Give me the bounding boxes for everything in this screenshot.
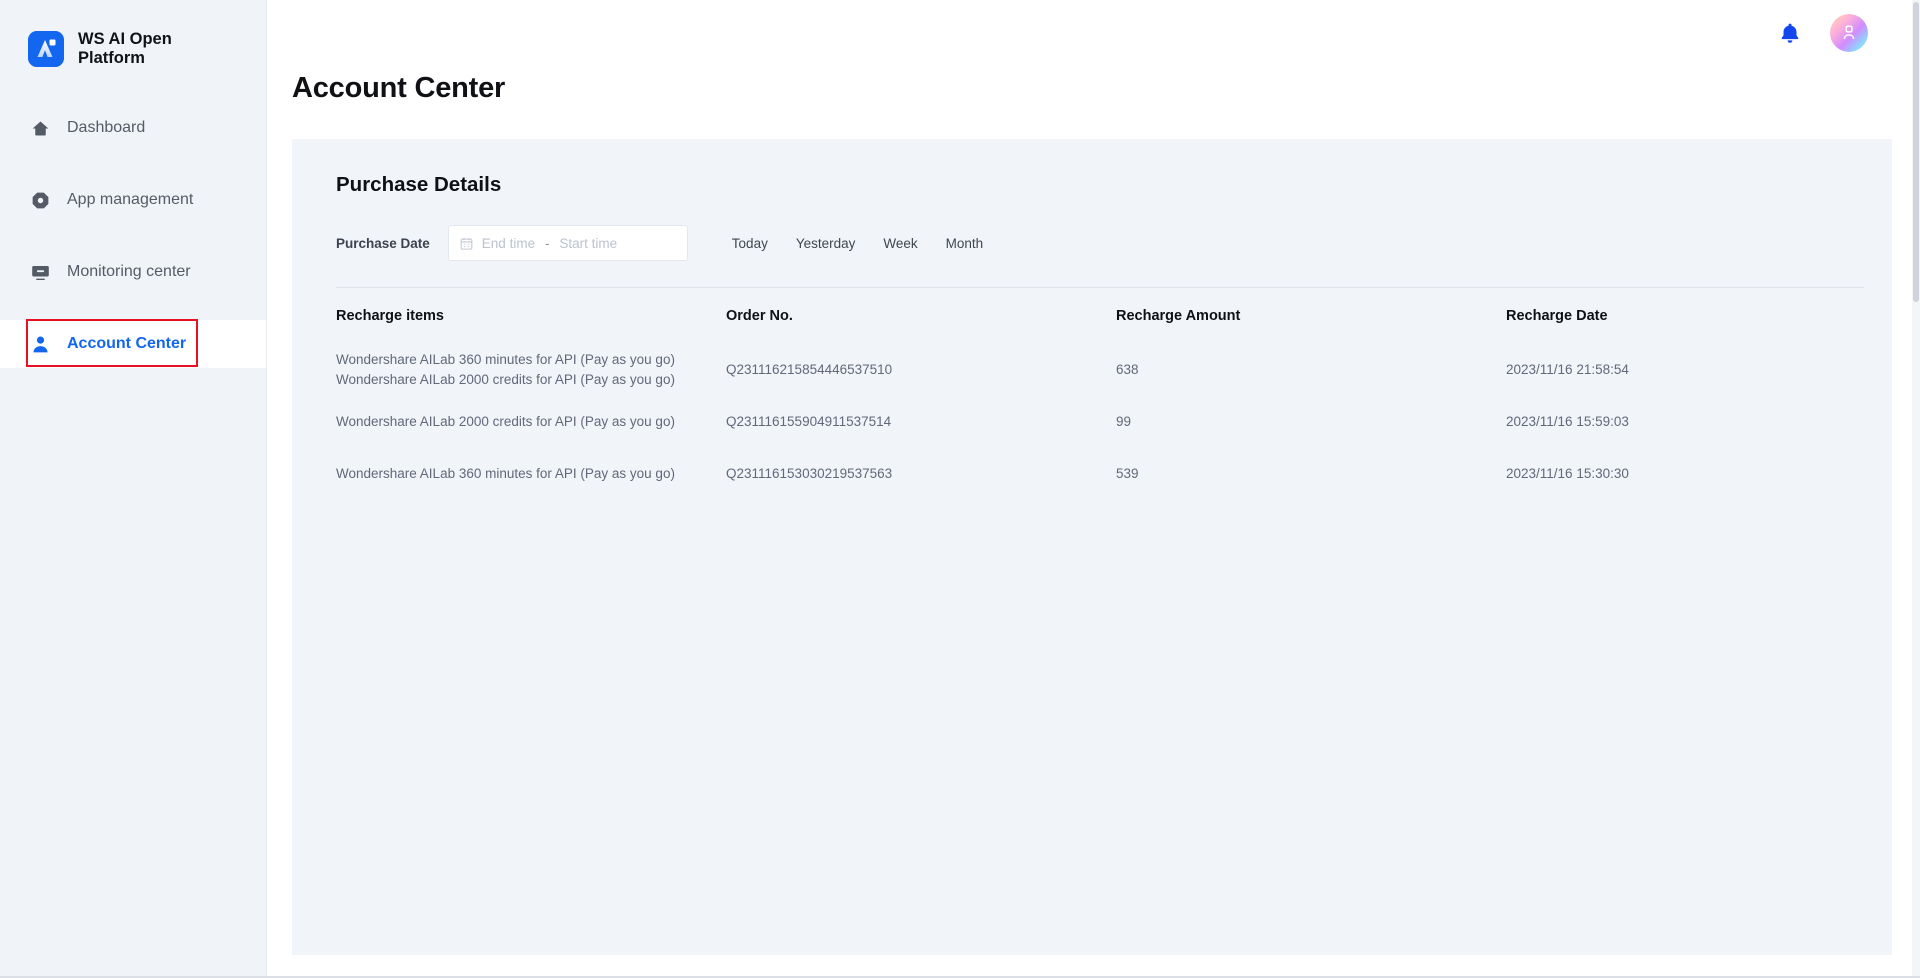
- purchase-date-label: Purchase Date: [336, 235, 430, 251]
- page-scrollbar-thumb[interactable]: [1913, 2, 1919, 302]
- page-scrollbar-track[interactable]: [1912, 0, 1920, 978]
- cell-recharge-items: Wondershare AILab 360 minutes for API (P…: [336, 352, 675, 387]
- table-row[interactable]: Wondershare AILab 360 minutes for API (P…: [336, 344, 1864, 396]
- main-content: Account Center Purchase Details Purchase…: [267, 0, 1920, 978]
- cell-recharge-amount: 99: [1116, 414, 1132, 430]
- sidebar-item-dashboard[interactable]: Dashboard: [0, 104, 266, 152]
- page-title: Account Center: [292, 72, 506, 104]
- cell-recharge-items: Wondershare AILab 360 minutes for API (P…: [336, 466, 675, 482]
- cell-recharge-date: 2023/11/16 21:58:54: [1506, 362, 1629, 378]
- sidebar-item-monitoring-center[interactable]: Monitoring center: [0, 248, 266, 296]
- user-icon: [29, 333, 51, 355]
- column-header-recharge-amount: Recharge Amount: [1116, 308, 1241, 324]
- calendar-icon: [459, 236, 474, 251]
- purchase-details-card: Purchase Details Purchase Date End time …: [292, 139, 1892, 955]
- sidebar: WS AI Open Platform Dashboard App manage…: [0, 0, 267, 978]
- bell-icon[interactable]: [1778, 20, 1802, 46]
- app-root: WS AI Open Platform Dashboard App manage…: [0, 0, 1920, 978]
- topbar: [267, 0, 1920, 66]
- date-range-input[interactable]: End time - Start time: [447, 225, 688, 261]
- brand[interactable]: WS AI Open Platform: [0, 0, 266, 76]
- date-range-separator: -: [545, 235, 550, 251]
- home-icon: [29, 117, 51, 139]
- ws-ai-logo-icon: [28, 31, 64, 67]
- quick-range-month[interactable]: Month: [932, 236, 998, 251]
- card-title: Purchase Details: [336, 173, 502, 196]
- sidebar-nav: Dashboard App management Monitoring cent…: [0, 104, 266, 368]
- quick-range-today[interactable]: Today: [718, 236, 782, 251]
- monitor-icon: [29, 261, 51, 283]
- end-time-input[interactable]: End time: [482, 236, 535, 251]
- cell-recharge-items: Wondershare AILab 2000 credits for API (…: [336, 414, 675, 430]
- sidebar-item-app-management[interactable]: App management: [0, 176, 266, 224]
- table-row[interactable]: Wondershare AILab 2000 credits for API (…: [336, 396, 1864, 448]
- start-time-input[interactable]: Start time: [559, 236, 617, 251]
- cell-order-no: Q231116155904911537514: [726, 414, 892, 430]
- purchase-details-table: Recharge items Order No. Recharge Amount…: [314, 288, 1864, 500]
- sidebar-item-account-center[interactable]: Account Center: [0, 320, 266, 368]
- sidebar-item-label: Monitoring center: [67, 263, 191, 280]
- table-header-row: Recharge items Order No. Recharge Amount…: [336, 288, 1864, 344]
- cell-recharge-amount: 638: [1116, 362, 1139, 378]
- quick-range-yesterday[interactable]: Yesterday: [782, 236, 870, 251]
- quick-range-week[interactable]: Week: [869, 236, 931, 251]
- column-header-recharge-date: Recharge Date: [1506, 308, 1608, 324]
- brand-name: WS AI Open Platform: [78, 29, 172, 67]
- cell-recharge-amount: 539: [1116, 466, 1139, 482]
- avatar[interactable]: [1830, 14, 1868, 52]
- sidebar-item-label: Dashboard: [67, 119, 146, 136]
- column-header-recharge-items: Recharge items: [336, 308, 444, 324]
- cell-recharge-date: 2023/11/16 15:59:03: [1506, 414, 1629, 430]
- quick-range-group: Today Yesterday Week Month: [718, 236, 997, 251]
- cell-order-no: Q231116215854446537510: [726, 362, 893, 378]
- filter-row: Purchase Date End time - Start time Toda…: [314, 225, 1864, 261]
- cell-recharge-date: 2023/11/16 15:30:30: [1506, 466, 1629, 482]
- octagon-gear-icon: [29, 189, 51, 211]
- sidebar-item-label: App management: [67, 191, 194, 208]
- table-row[interactable]: Wondershare AILab 360 minutes for API (P…: [336, 448, 1864, 500]
- column-header-order-no: Order No.: [726, 308, 793, 324]
- cell-order-no: Q231116153030219537563: [726, 466, 893, 482]
- sidebar-item-label: Account Center: [67, 335, 187, 352]
